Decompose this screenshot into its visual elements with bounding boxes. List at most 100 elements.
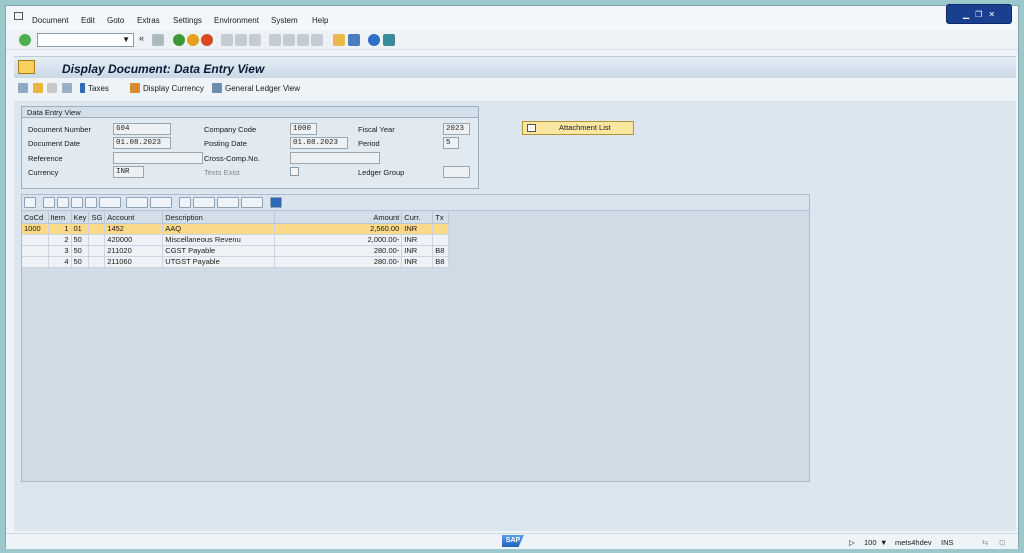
menu-help[interactable]: Help: [312, 16, 328, 25]
cell-sg[interactable]: [88, 245, 106, 257]
command-field[interactable]: ▼: [37, 33, 134, 47]
minimize-icon[interactable]: ▁: [963, 10, 969, 19]
cancel-icon[interactable]: [201, 34, 213, 46]
sort-descending-icon[interactable]: [57, 197, 69, 208]
close-icon[interactable]: ✕: [988, 10, 995, 19]
sum-icon[interactable]: [126, 197, 148, 208]
search-document-button[interactable]: [47, 83, 57, 93]
split-icon[interactable]: ⇆: [982, 538, 988, 547]
exit-icon[interactable]: [187, 34, 199, 46]
cell-cocd[interactable]: [22, 256, 49, 268]
col-item[interactable]: Item: [48, 212, 72, 224]
cell-tx[interactable]: [432, 223, 450, 235]
views-icon[interactable]: [217, 197, 239, 208]
col-key[interactable]: Key: [71, 212, 90, 224]
menu-settings[interactable]: Settings: [173, 16, 202, 25]
play-icon[interactable]: ▷: [849, 538, 855, 547]
first-page-icon[interactable]: [269, 34, 281, 46]
cell-item[interactable]: 3: [48, 245, 72, 257]
table-row[interactable]: 1000 1 01 1452 AAQ 2,560.00 INR: [22, 223, 450, 235]
cell-key[interactable]: 50: [71, 256, 90, 268]
cell-cocd[interactable]: [22, 234, 49, 246]
cell-description[interactable]: UTGST Payable: [162, 256, 276, 268]
menu-edit[interactable]: Edit: [81, 16, 95, 25]
cell-cocd[interactable]: [22, 245, 49, 257]
cell-sg[interactable]: [88, 256, 106, 268]
cell-curr[interactable]: INR: [401, 223, 434, 235]
col-sg[interactable]: SG: [88, 212, 106, 224]
cell-description[interactable]: Miscellaneous Revenu: [162, 234, 276, 246]
attachment-list-button[interactable]: Attachment List: [522, 121, 634, 135]
lock-icon[interactable]: ⊡: [999, 538, 1005, 547]
col-description[interactable]: Description: [162, 212, 276, 224]
cell-curr[interactable]: INR: [401, 234, 434, 246]
enter-check-icon[interactable]: [19, 34, 31, 46]
cell-description[interactable]: AAQ: [162, 223, 276, 235]
menu-environment[interactable]: Environment: [214, 16, 259, 25]
find-in-grid-icon[interactable]: [71, 197, 83, 208]
period-field[interactable]: 5: [443, 137, 459, 149]
cell-key[interactable]: 50: [71, 234, 90, 246]
dropdown-icon[interactable]: ▼: [122, 35, 130, 44]
cell-amount[interactable]: 2,560.00: [274, 223, 403, 235]
shortcut-icon[interactable]: [348, 34, 360, 46]
cell-amount[interactable]: 280.00-: [274, 245, 403, 257]
cell-tx[interactable]: [432, 234, 450, 246]
fiscal-year-field[interactable]: 2023: [443, 123, 470, 135]
cell-cocd[interactable]: 1000: [22, 223, 49, 235]
cell-account[interactable]: 211060: [104, 256, 164, 268]
filter-icon[interactable]: [99, 197, 121, 208]
col-cocd[interactable]: CoCd: [22, 212, 49, 224]
cell-description[interactable]: CGST Payable: [162, 245, 276, 257]
document-number-field[interactable]: 604: [113, 123, 171, 135]
cell-curr[interactable]: INR: [401, 256, 434, 268]
export-icon[interactable]: [193, 197, 215, 208]
cell-tx[interactable]: B8: [432, 256, 450, 268]
menu-goto[interactable]: Goto: [107, 16, 124, 25]
cell-key[interactable]: 50: [71, 245, 90, 257]
cell-account[interactable]: 211020: [104, 245, 164, 257]
layout-icon[interactable]: [241, 197, 263, 208]
cell-amount[interactable]: 280.00-: [274, 256, 403, 268]
print-icon[interactable]: [221, 34, 233, 46]
document-date-field[interactable]: 01.08.2023: [113, 137, 171, 149]
cell-account[interactable]: 1452: [104, 223, 164, 235]
sort-ascending-icon[interactable]: [43, 197, 55, 208]
subtotal-icon[interactable]: [150, 197, 172, 208]
menu-document[interactable]: Document: [32, 16, 68, 25]
cell-sg[interactable]: [88, 223, 106, 235]
change-display-button[interactable]: [18, 83, 28, 93]
cross-comp-field[interactable]: [290, 152, 380, 164]
col-account[interactable]: Account: [104, 212, 164, 224]
details-icon[interactable]: [24, 197, 36, 208]
cell-key[interactable]: 01: [71, 223, 90, 235]
cell-amount[interactable]: 2,000.00-: [274, 234, 403, 246]
help-icon[interactable]: [368, 34, 380, 46]
cell-item[interactable]: 1: [48, 223, 72, 235]
back-icon[interactable]: [173, 34, 185, 46]
col-curr[interactable]: Curr.: [401, 212, 434, 224]
find-icon[interactable]: [235, 34, 247, 46]
menu-extras[interactable]: Extras: [137, 16, 160, 25]
texts-exist-checkbox[interactable]: [290, 167, 299, 176]
cell-tx[interactable]: B8: [432, 245, 450, 257]
zoom-value[interactable]: 100: [864, 538, 877, 547]
find-next-grid-icon[interactable]: [85, 197, 97, 208]
cell-account[interactable]: 420000: [104, 234, 164, 246]
table-row[interactable]: 3 50 211020 CGST Payable 280.00- INR B8: [22, 245, 450, 257]
col-tx[interactable]: Tx: [432, 212, 450, 224]
cell-item[interactable]: 4: [48, 256, 72, 268]
save-icon[interactable]: [152, 34, 164, 46]
display-currency-button[interactable]: Display Currency: [130, 83, 204, 93]
reference-field[interactable]: [113, 152, 203, 164]
table-row[interactable]: 4 50 211060 UTGST Payable 280.00- INR B8: [22, 256, 450, 268]
table-row[interactable]: 2 50 420000 Miscellaneous Revenu 2,000.00- IN…: [22, 234, 450, 246]
other-document-button[interactable]: [33, 83, 43, 93]
overview-button[interactable]: [62, 83, 72, 93]
currency-field[interactable]: INR: [113, 166, 144, 178]
grid-info-icon[interactable]: [270, 197, 282, 208]
col-amount[interactable]: Amount: [274, 212, 403, 224]
cell-item[interactable]: 2: [48, 234, 72, 246]
next-page-icon[interactable]: [297, 34, 309, 46]
menu-system[interactable]: System: [271, 16, 298, 25]
